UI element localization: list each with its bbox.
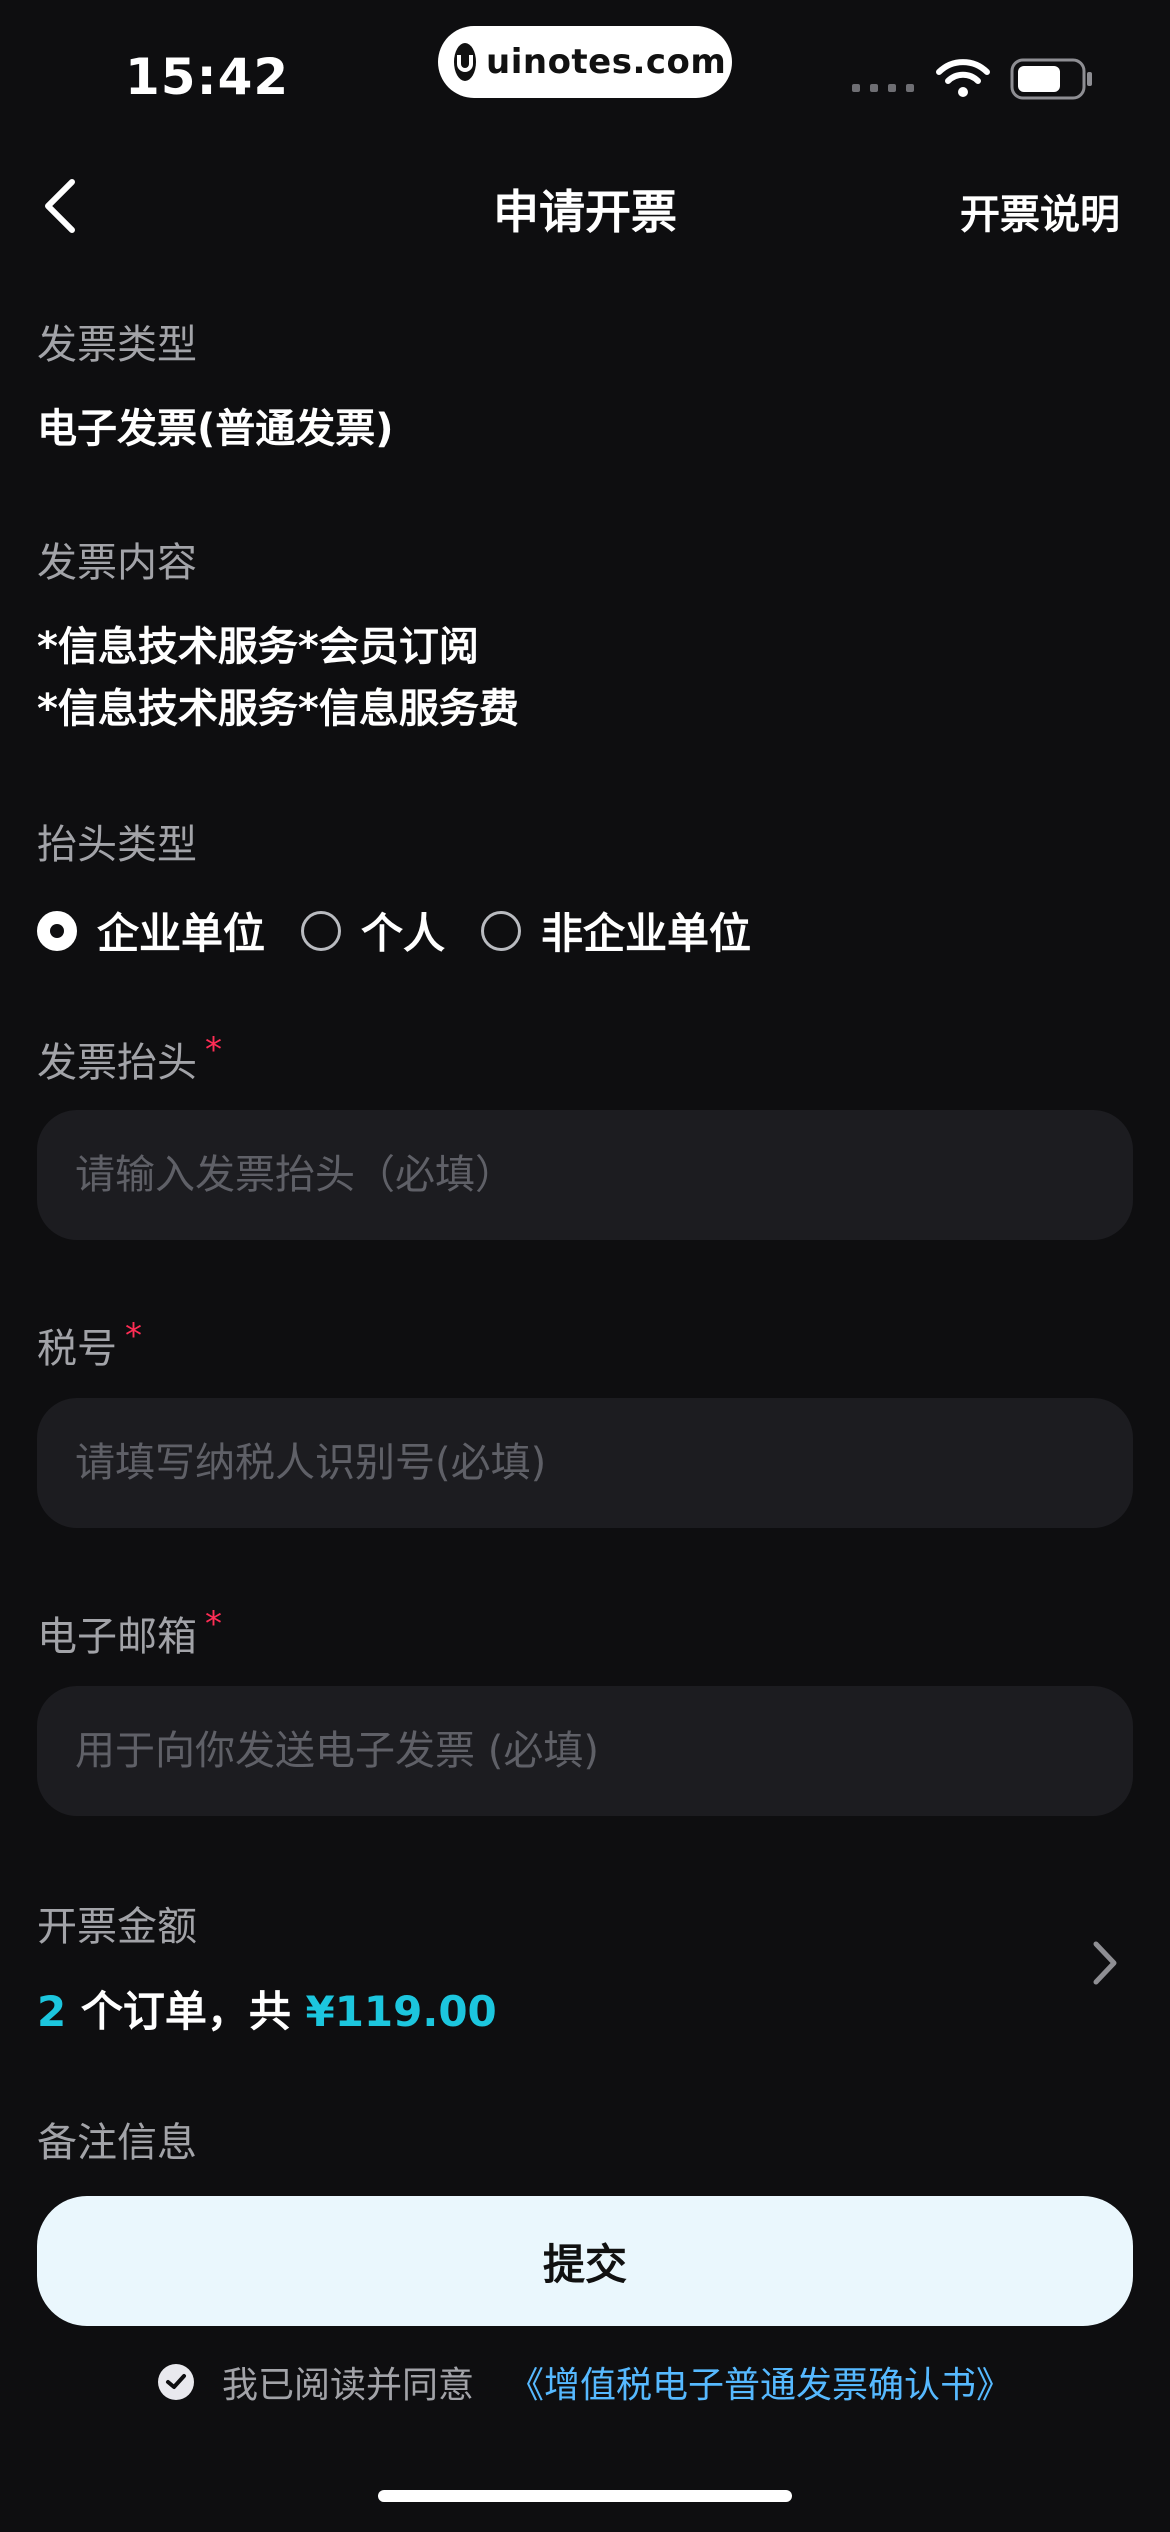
invoice-instructions-link[interactable]: 开票说明 — [960, 182, 1120, 240]
status-time: 15:42 — [125, 48, 290, 106]
home-indicator — [378, 2490, 792, 2502]
amount-summary[interactable]: 2 个订单，共 ¥119.00 — [37, 1978, 497, 2039]
invoice-content-line: *信息技术服务*信息服务费 — [37, 686, 519, 732]
invoice-type-value: 电子发票(普通发票) — [37, 406, 394, 452]
agreement-checkbox-icon[interactable] — [157, 2364, 194, 2400]
uinotes-logo-icon — [454, 43, 476, 81]
agreement-link[interactable]: 《增值税电子普通发票确认书》 — [508, 2356, 1012, 2408]
url-pill[interactable]: uinotes.com — [438, 26, 732, 98]
radio-personal[interactable]: 个人 — [301, 900, 445, 961]
amount-middle-text: 个订单，共 — [66, 1987, 306, 2036]
amount-label: 开票金额 — [37, 1904, 197, 1950]
amount-total: ¥119.00 — [305, 1987, 497, 2036]
radio-enterprise[interactable]: 企业单位 — [37, 900, 265, 961]
radio-label: 企业单位 — [97, 909, 266, 958]
tax-number-label: 税号 * — [37, 1316, 142, 1374]
invoice-type-label: 发票类型 — [37, 322, 197, 368]
radio-label: 个人 — [361, 909, 446, 958]
tax-number-input[interactable] — [73, 1439, 1133, 1487]
required-mark: * — [125, 1316, 142, 1356]
invoice-header-label-text: 发票抬头 — [37, 1040, 197, 1086]
required-mark: * — [205, 1030, 222, 1070]
required-mark: * — [205, 1604, 222, 1644]
submit-button[interactable]: 提交 — [37, 2196, 1133, 2326]
email-label-text: 电子邮箱 — [37, 1614, 197, 1660]
invoice-content-label: 发票内容 — [37, 540, 197, 586]
invoice-header-field[interactable] — [37, 1110, 1133, 1240]
radio-label: 非企业单位 — [541, 909, 752, 958]
email-field[interactable] — [37, 1686, 1133, 1816]
url-pill-text: uinotes.com — [486, 42, 727, 82]
tax-number-field[interactable] — [37, 1398, 1133, 1528]
chevron-right-icon[interactable] — [1090, 1938, 1120, 1992]
radio-unchecked-icon — [481, 910, 522, 951]
email-input[interactable] — [73, 1727, 1133, 1775]
wifi-icon — [935, 56, 991, 104]
title-type-label: 抬头类型 — [37, 822, 197, 868]
agreement-text: 我已阅读并同意 — [221, 2365, 474, 2406]
invoice-header-label: 发票抬头 * — [37, 1030, 222, 1088]
agreement-row: 我已阅读并同意 《增值税电子普通发票确认书》 — [0, 2356, 1170, 2408]
order-count: 2 — [37, 1987, 67, 2036]
radio-unchecked-icon — [301, 910, 342, 951]
email-label: 电子邮箱 * — [37, 1604, 222, 1662]
invoice-content-line: *信息技术服务*会员订阅 — [37, 624, 479, 670]
battery-icon — [1010, 58, 1094, 104]
cellular-signal-icon — [852, 84, 914, 92]
radio-non-enterprise[interactable]: 非企业单位 — [481, 900, 751, 961]
tax-number-label-text: 税号 — [37, 1326, 117, 1372]
invoice-header-input[interactable] — [73, 1151, 1133, 1199]
radio-checked-icon — [37, 910, 77, 951]
remark-label: 备注信息 — [37, 2120, 197, 2166]
title-type-radio-group: 企业单位 个人 非企业单位 — [37, 900, 787, 961]
